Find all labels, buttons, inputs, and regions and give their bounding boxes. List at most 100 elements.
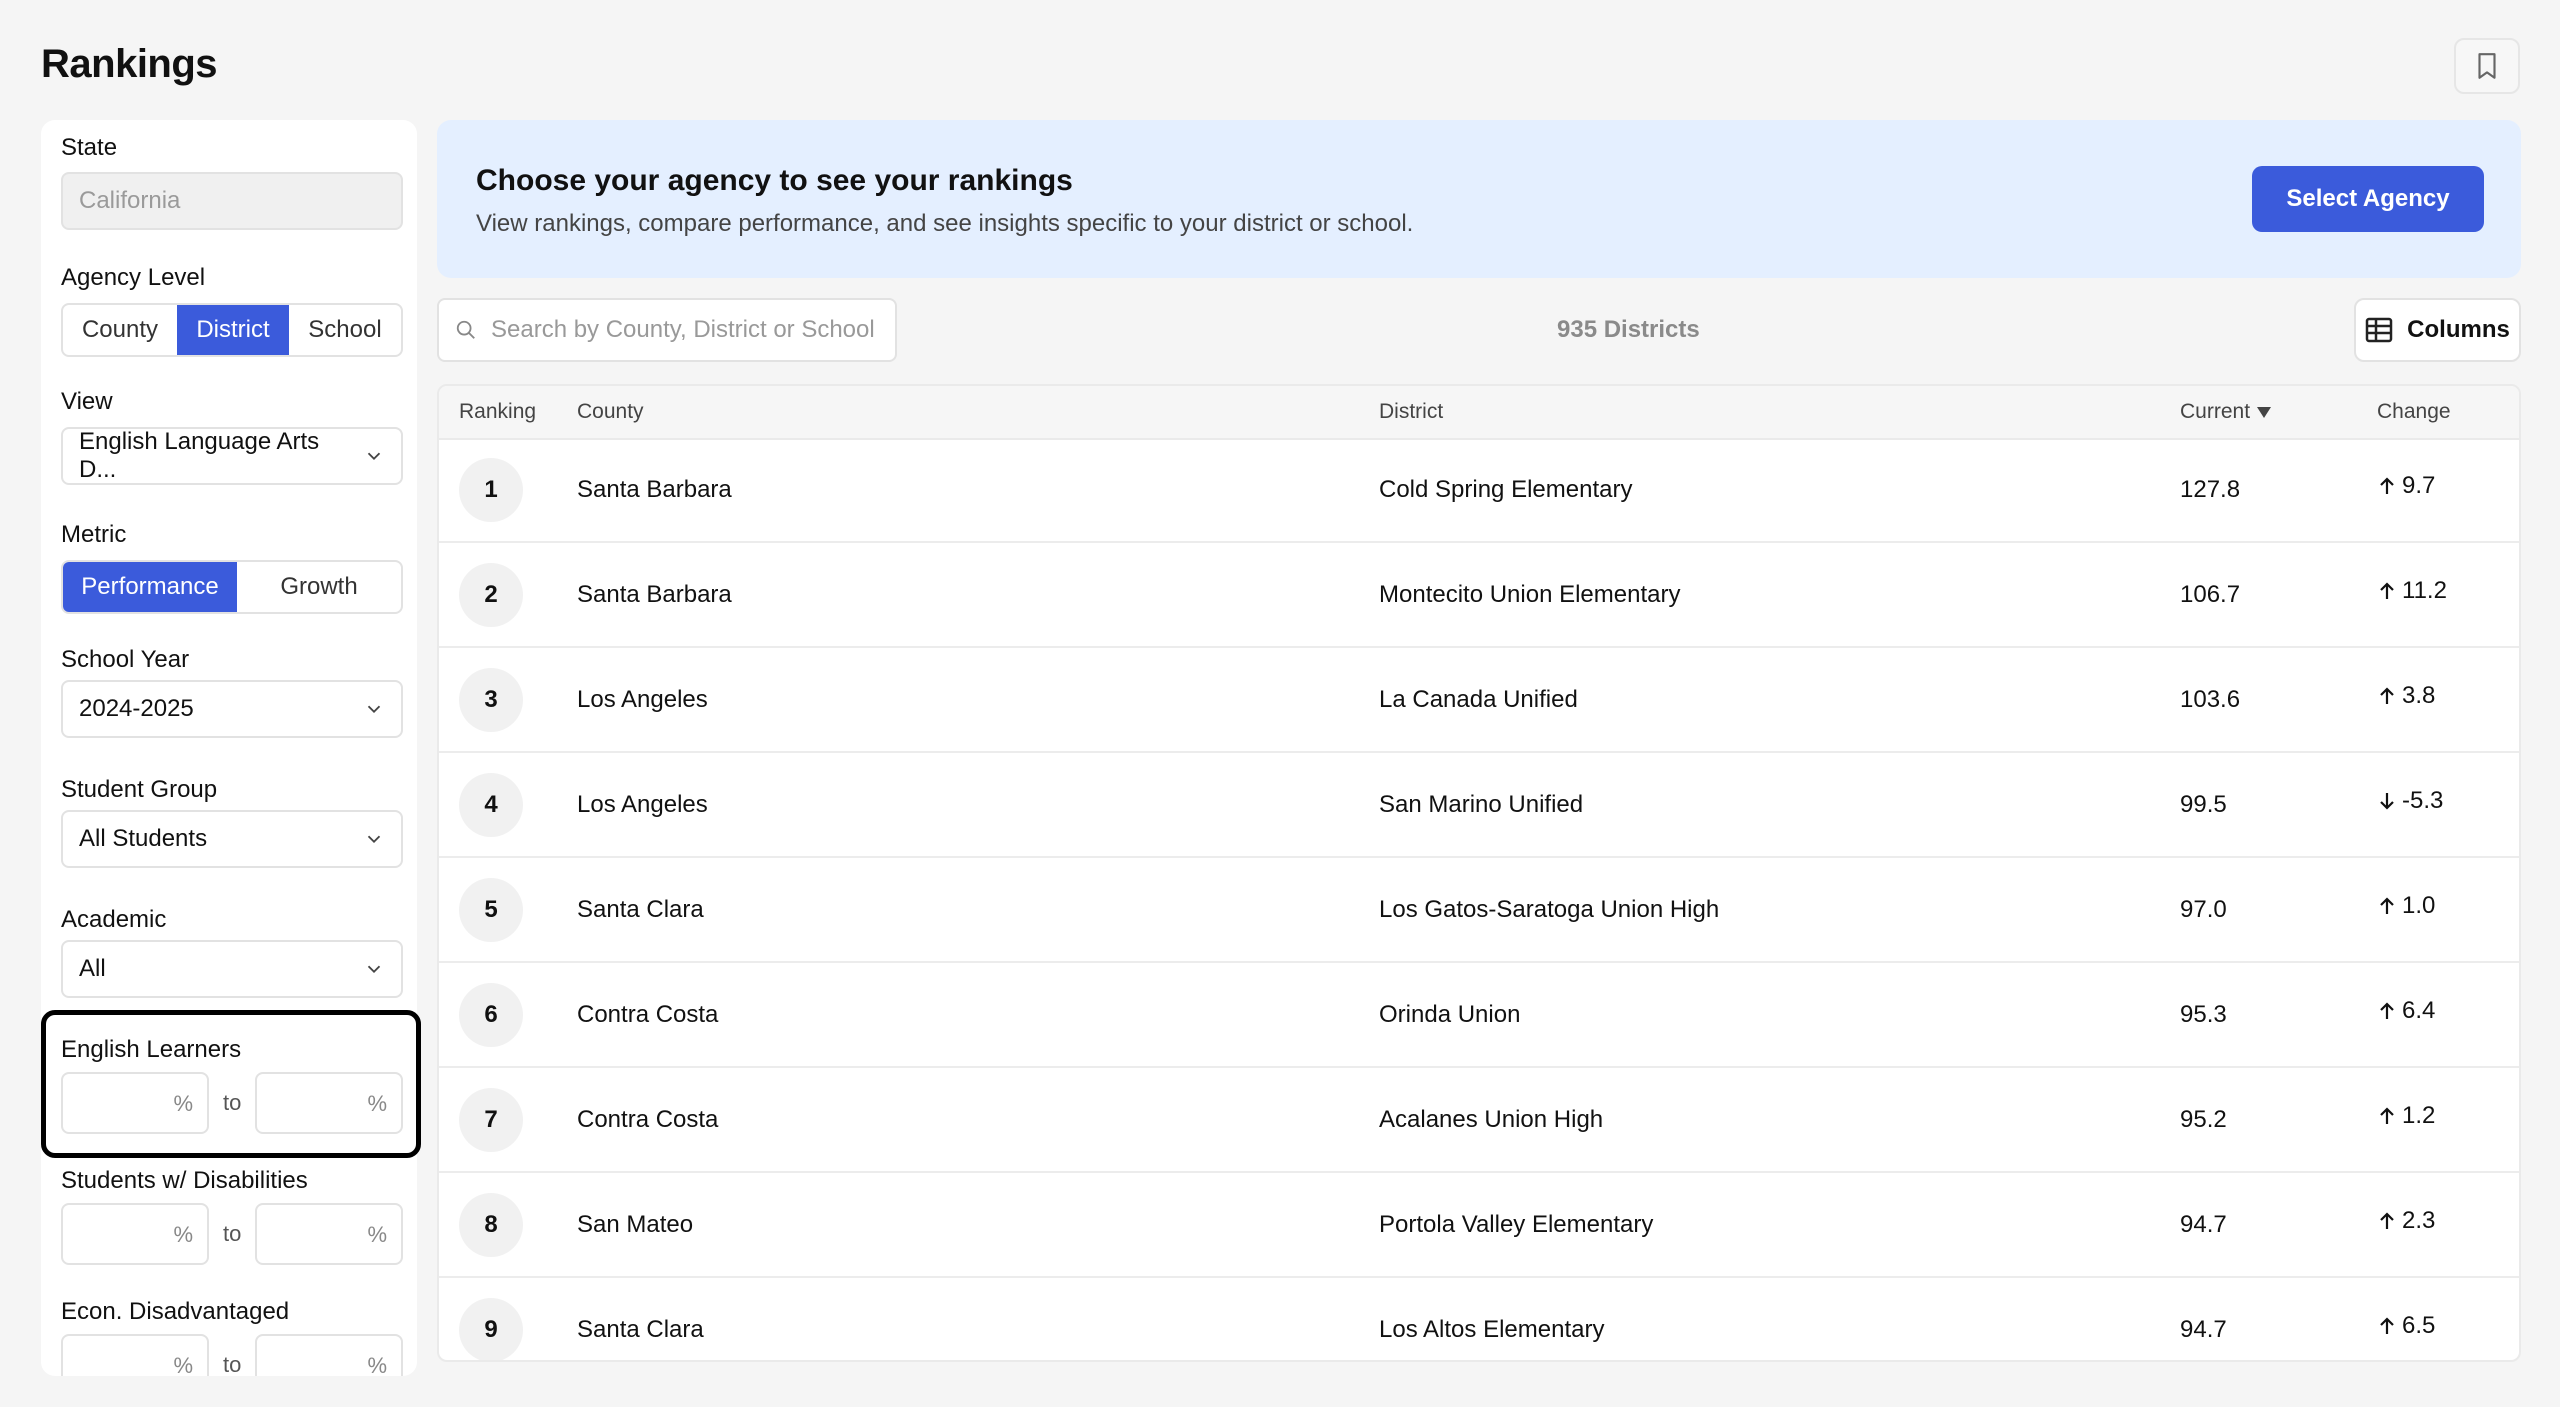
header-ranking[interactable]: Ranking [459,400,536,424]
county-cell: Contra Costa [577,1106,719,1133]
filter-sidebar: State California Agency Level County Dis… [41,120,417,1376]
state-label: State [61,134,118,161]
chevron-down-icon [367,965,381,974]
district-cell: Orinda Union [1379,1001,1521,1028]
agency-level-toggle: County District School [61,303,403,357]
school-year-select[interactable]: 2024-2025 [61,680,403,738]
county-cell: Santa Barbara [577,581,732,608]
columns-button[interactable]: Columns [2354,298,2521,362]
change-value: 6.5 [2402,1312,2436,1339]
econ-min-input[interactable]: % [61,1334,209,1376]
header-county[interactable]: County [577,400,644,424]
view-select[interactable]: English Language Arts D... [61,427,403,485]
rank-badge: 7 [459,1088,523,1152]
header-current[interactable]: Current [2180,400,2272,424]
metric-performance[interactable]: Performance [63,562,237,612]
district-cell: La Canada Unified [1379,686,1578,713]
state-field: California [61,172,403,230]
change-cell: 1.0 [2378,892,2435,920]
student-group-select[interactable]: All Students [61,810,403,868]
rank-badge: 1 [459,458,523,522]
academic-select[interactable]: All [61,940,403,998]
disabilities-min-input[interactable]: % [61,1203,209,1265]
econ-range: % to % [61,1334,403,1376]
select-agency-button[interactable]: Select Agency [2252,166,2484,232]
view-value: English Language Arts D... [79,428,320,483]
district-cell: Portola Valley Elementary [1379,1211,1654,1238]
district-cell: Cold Spring Elementary [1379,476,1633,503]
header-current-label: Current [2180,400,2251,423]
range-to-label: to [223,1352,242,1376]
search-icon [456,320,475,339]
header-change[interactable]: Change [2377,400,2451,424]
rank-badge: 5 [459,878,523,942]
table-row[interactable]: 5 Santa Clara Los Gatos-Saratoga Union Hig… [439,858,2519,963]
table-row[interactable]: 1 Santa Barbara Cold Spring Elementary 127.… [439,438,2519,543]
county-cell: Contra Costa [577,1001,719,1028]
table-header: Ranking County District Current Change [439,386,2519,440]
current-cell: 106.7 [2180,581,2241,608]
agency-level-county[interactable]: County [63,305,177,355]
current-cell: 127.8 [2180,476,2241,503]
columns-label: Columns [2407,316,2510,343]
change-value: 1.0 [2402,892,2436,919]
disabilities-max-input[interactable]: % [255,1203,403,1265]
change-value: 2.3 [2402,1207,2436,1234]
metric-label: Metric [61,521,127,548]
disabilities-range: % to % [61,1203,403,1265]
table-row[interactable]: 6 Contra Costa Orinda Union 95.3 6.4 [439,963,2519,1068]
bookmark-icon [2478,53,2496,79]
view-label: View [61,388,113,415]
change-cell: -5.3 [2378,787,2443,815]
table-columns-icon [2365,317,2393,343]
range-to-label: to [223,1221,242,1246]
current-cell: 95.2 [2180,1106,2227,1133]
rank-badge: 9 [459,1298,523,1360]
arrow-up-icon [2380,1002,2394,1019]
table-row[interactable]: 9 Santa Clara Los Altos Elementary 94.7 6.5 [439,1278,2519,1360]
district-cell: San Marino Unified [1379,791,1584,818]
rankings-table: Ranking County District Current Change 1… [437,384,2521,1362]
change-cell: 9.7 [2378,472,2435,500]
county-cell: Santa Clara [577,896,704,923]
rank-badge: 6 [459,983,523,1047]
econ-max-input[interactable]: % [255,1334,403,1376]
county-cell: Santa Clara [577,1316,704,1343]
arrow-up-icon [2380,582,2394,599]
table-row[interactable]: 8 San Mateo Portola Valley Elementary 94.7 2… [439,1173,2519,1278]
current-cell: 103.6 [2180,686,2241,713]
bookmark-button[interactable] [2454,38,2520,94]
agency-level-school[interactable]: School [289,305,401,355]
rank-badge: 8 [459,1193,523,1257]
academic-value: All [79,955,106,982]
page-title: Rankings [41,42,218,86]
table-row[interactable]: 3 Los Angeles La Canada Unified 103.6 3.8 [439,648,2519,753]
percent-unit: % [173,1222,193,1247]
agency-banner: Choose your agency to see your rankings … [437,120,2521,278]
rank-badge: 4 [459,773,523,837]
change-cell: 6.5 [2378,1312,2435,1340]
table-row[interactable]: 4 Los Angeles San Marino Unified 99.5 -5.3 [439,753,2519,858]
change-cell: 3.8 [2378,682,2435,710]
arrow-up-icon [2380,477,2394,494]
table-row[interactable]: 7 Contra Costa Acalanes Union High 95.2 1.2 [439,1068,2519,1173]
arrow-up-icon [2380,1107,2394,1124]
rank-badge: 3 [459,668,523,732]
county-cell: Los Angeles [577,791,708,818]
metric-growth[interactable]: Growth [237,562,401,612]
search-box [437,298,897,362]
agency-level-district[interactable]: District [177,305,289,355]
change-cell: 6.4 [2378,997,2435,1025]
current-cell: 97.0 [2180,896,2227,923]
arrow-up-icon [2380,897,2394,914]
change-value: 3.8 [2402,682,2436,709]
change-value: 6.4 [2402,997,2436,1024]
banner-title: Choose your agency to see your rankings [476,164,1073,197]
header-district[interactable]: District [1379,400,1443,424]
table-body: 1 Santa Barbara Cold Spring Elementary 127.… [439,438,2519,1360]
search-input[interactable] [489,315,893,345]
student-group-label: Student Group [61,776,218,803]
table-row[interactable]: 2 Santa Barbara Montecito Union Elementary… [439,543,2519,648]
change-value: 1.2 [2402,1102,2436,1129]
district-cell: Montecito Union Elementary [1379,581,1681,608]
